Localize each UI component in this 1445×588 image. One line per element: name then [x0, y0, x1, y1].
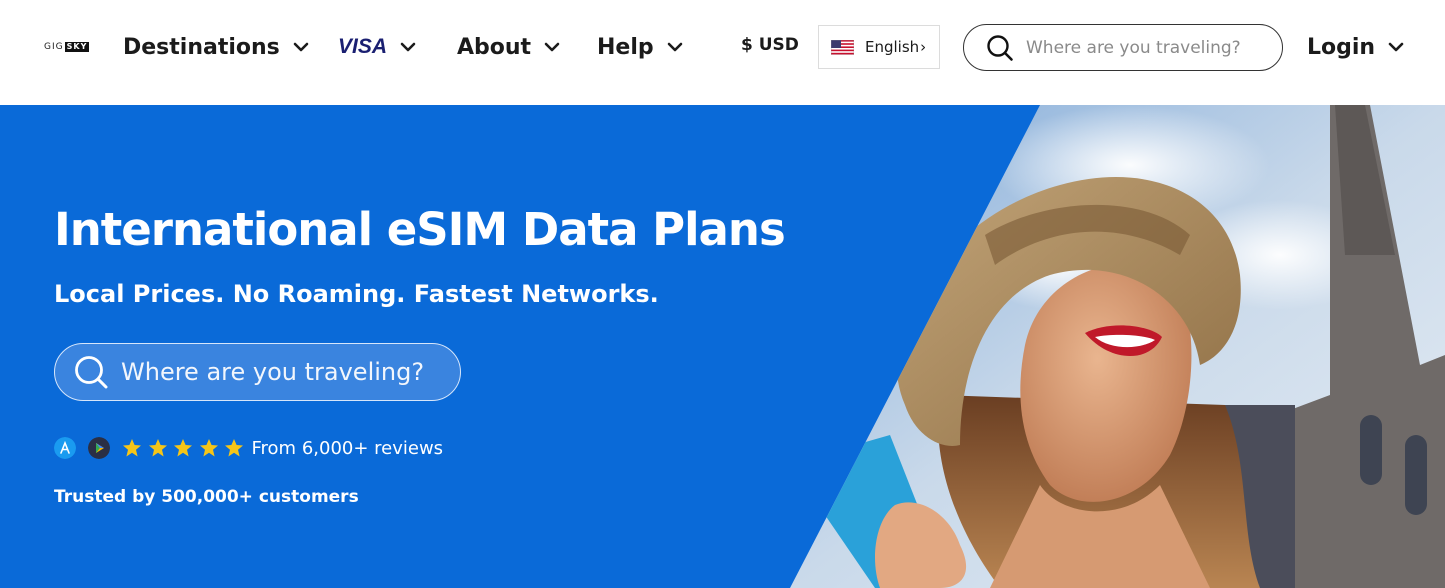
chevron-right-icon: › [920, 38, 927, 56]
chevron-down-icon [667, 42, 682, 52]
logo-text-sky: SKY [64, 42, 90, 52]
us-flag-icon [831, 39, 854, 55]
nav-about[interactable]: About [457, 30, 561, 64]
app-store-icon[interactable] [54, 437, 76, 459]
hero-subtitle: Local Prices. No Roaming. Fastest Networ… [54, 280, 659, 308]
nav-help-label: Help [597, 34, 654, 60]
search-icon [75, 356, 108, 389]
google-play-icon[interactable] [88, 437, 110, 459]
login-label: Login [1307, 34, 1376, 60]
login-menu[interactable]: Login [1307, 30, 1405, 64]
nav-destinations-label: Destinations [123, 34, 280, 60]
site-header: GIG SKY Destinations VISA About Help $ U… [0, 0, 1445, 105]
star-icon [123, 439, 141, 457]
hero-section: International eSIM Data Plans Local Pric… [0, 105, 1445, 588]
reviews-row: From 6,000+ reviews [54, 436, 443, 460]
header-search-input[interactable] [1026, 37, 1266, 58]
hero-search-input[interactable] [121, 358, 441, 386]
star-icon [174, 439, 192, 457]
star-icon [225, 439, 243, 457]
nav-destinations[interactable]: Destinations [123, 30, 310, 64]
nav-about-label: About [457, 34, 532, 60]
star-icon [199, 439, 218, 457]
search-icon [987, 34, 1013, 61]
hero-title: International eSIM Data Plans [54, 203, 786, 256]
star-icon [148, 439, 167, 457]
nav-visa[interactable]: VISA [338, 30, 417, 64]
visa-logo: VISA [338, 35, 388, 58]
chevron-down-icon [1388, 42, 1404, 52]
chevron-down-icon [293, 42, 309, 52]
logo-text-gig: GIG [44, 42, 64, 52]
language-selector[interactable]: English › [818, 25, 940, 69]
chevron-down-icon [544, 42, 560, 52]
chevron-down-icon [400, 42, 416, 52]
gigsky-logo[interactable]: GIG SKY [44, 40, 90, 54]
trusted-by-text: Trusted by 500,000+ customers [54, 487, 359, 507]
reviews-count: From 6,000+ reviews [251, 437, 444, 459]
hero-search[interactable] [54, 343, 461, 401]
language-label: English [865, 38, 920, 56]
nav-help[interactable]: Help [597, 30, 684, 64]
currency-selector[interactable]: $ USD [741, 35, 799, 55]
header-search[interactable] [963, 24, 1283, 71]
